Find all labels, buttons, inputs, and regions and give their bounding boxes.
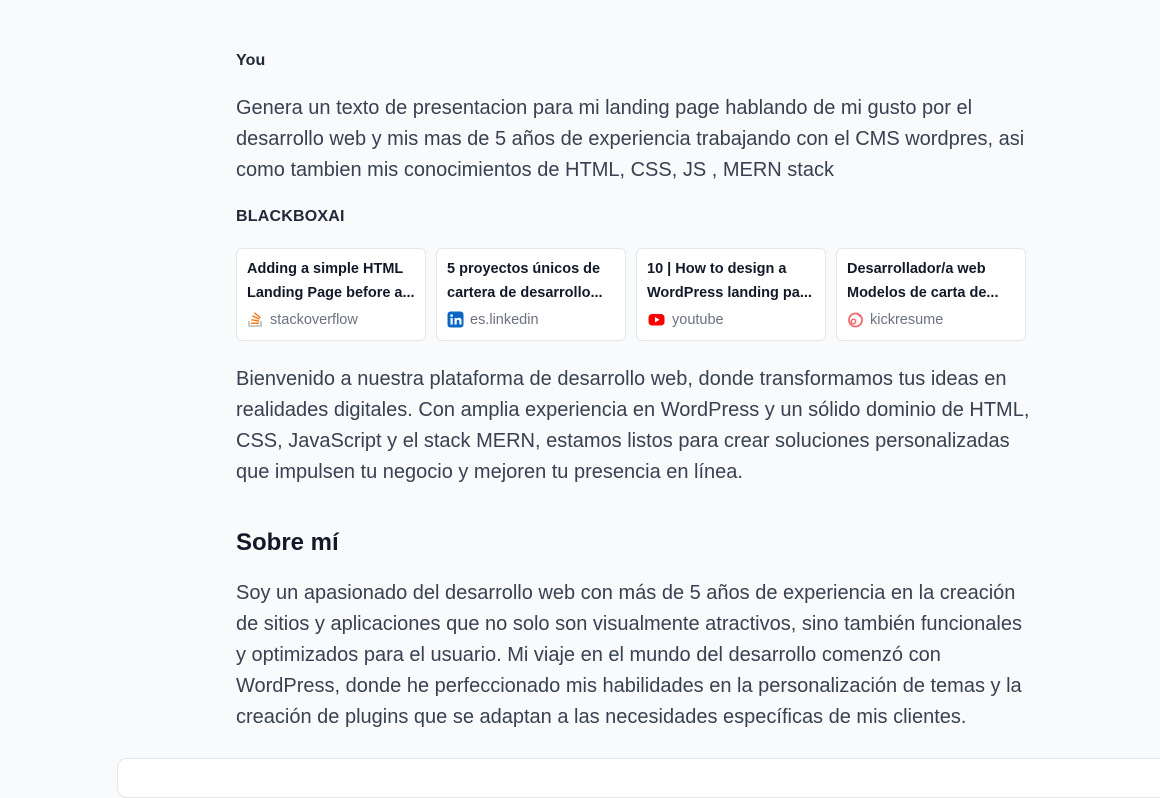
assistant-speaker-label: BLACKBOXAI [236, 208, 345, 225]
source-title: Adding a simple HTML Landing Page before… [247, 261, 415, 301]
user-message: Genera un texto de presentacion para mi … [236, 97, 1025, 181]
source-card-youtube[interactable]: 10 | How to design a WordPress landing p… [636, 248, 826, 341]
source-cards: Adding a simple HTML Landing Page before… [236, 248, 1036, 341]
youtube-icon [648, 314, 665, 326]
user-speaker-label: You [236, 52, 266, 69]
assistant-intro-paragraph: Bienvenido a nuestra plataforma de desar… [236, 368, 1030, 483]
source-title: Desarrollador/a web Modelos de carta de.… [847, 261, 999, 301]
source-title: 5 proyectos únicos de cartera de desarro… [447, 261, 603, 301]
source-card-stackoverflow[interactable]: Adding a simple HTML Landing Page before… [236, 248, 426, 341]
message-input-bar[interactable] [117, 758, 1160, 798]
linkedin-icon [447, 311, 464, 328]
source-card-linkedin[interactable]: 5 proyectos únicos de cartera de desarro… [436, 248, 626, 341]
assistant-section-paragraph: Soy un apasionado del desarrollo web con… [236, 582, 1022, 728]
source-site: stackoverflow [270, 311, 358, 328]
source-meta: youtube [647, 311, 815, 328]
source-site: kickresume [870, 311, 944, 328]
source-card-kickresume[interactable]: Desarrollador/a web Modelos de carta de.… [836, 248, 1026, 341]
source-site: youtube [672, 311, 724, 328]
source-meta: es.linkedin [447, 311, 615, 328]
section-heading: Sobre mí [236, 529, 339, 556]
source-meta: kickresume [847, 311, 1015, 328]
source-site: es.linkedin [470, 311, 539, 328]
source-title: 10 | How to design a WordPress landing p… [647, 261, 812, 301]
source-meta: stackoverflow [247, 311, 415, 328]
stackoverflow-icon [248, 312, 262, 327]
kickresume-icon [848, 312, 863, 328]
